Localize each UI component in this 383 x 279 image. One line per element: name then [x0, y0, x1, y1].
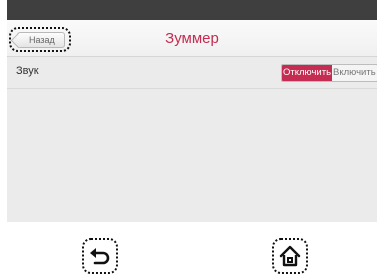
home-icon — [279, 245, 301, 267]
sound-setting-row: Звук Отключить Включить — [7, 57, 377, 89]
sound-toggle: Отключить Включить — [281, 64, 377, 82]
undo-arrow-icon — [90, 248, 110, 265]
back-button[interactable]: Назад — [17, 32, 65, 48]
sound-label: Звук — [16, 65, 39, 77]
back-button-highlight: Назад — [9, 27, 71, 52]
back-button-label: Назад — [29, 35, 55, 45]
disable-option[interactable]: Отключить — [282, 65, 333, 81]
home-button[interactable] — [272, 238, 308, 274]
device-screen: Зуммер Назад Звук Отключить Включить — [7, 0, 377, 222]
status-bar — [7, 0, 377, 20]
page: Зуммер Назад Звук Отключить Включить — [0, 0, 383, 279]
undo-button[interactable] — [82, 238, 118, 274]
navigation-bar: Зуммер Назад — [7, 20, 377, 57]
enable-option[interactable]: Включить — [332, 65, 377, 81]
